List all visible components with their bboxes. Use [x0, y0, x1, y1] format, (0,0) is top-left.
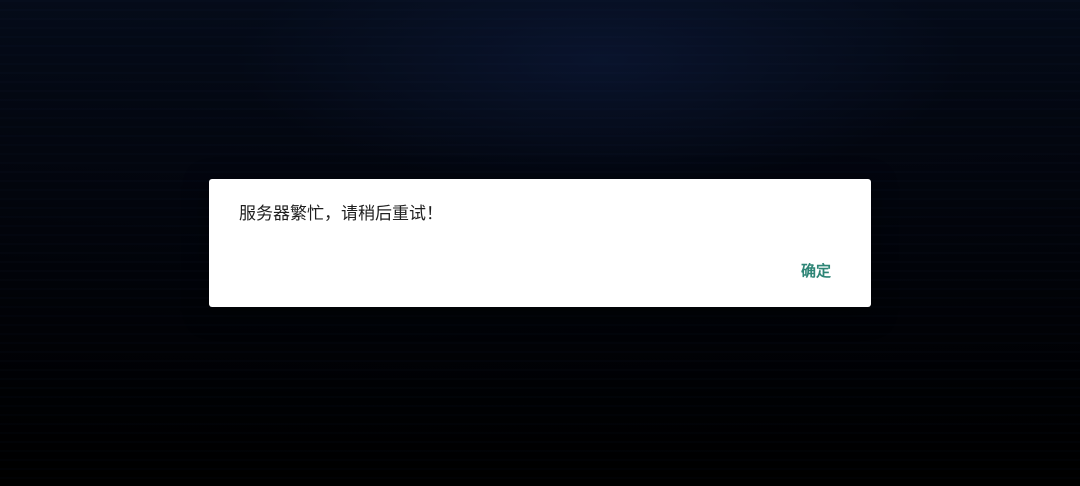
alert-dialog: 服务器繁忙，请稍后重试！ 确定	[209, 179, 871, 307]
dialog-message: 服务器繁忙，请稍后重试！	[239, 204, 443, 224]
confirm-button[interactable]: 确定	[787, 255, 845, 287]
screen-background: 服务器繁忙，请稍后重试！ 确定	[0, 0, 1080, 486]
